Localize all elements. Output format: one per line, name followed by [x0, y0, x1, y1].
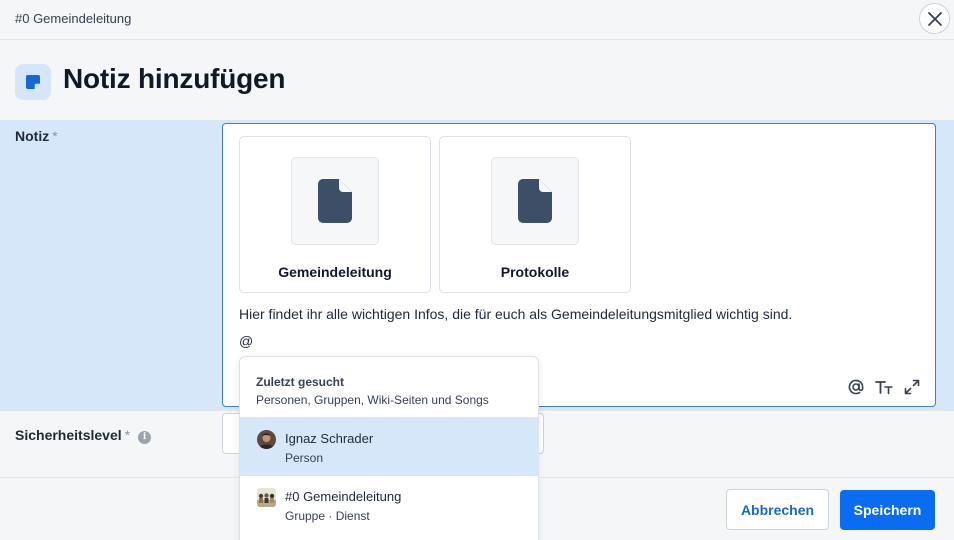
wiki-card-gemeindeleitung[interactable]: Gemeindeleitung [239, 136, 431, 293]
item-name: #0 Gemeindeleitung [285, 489, 402, 504]
info-icon[interactable]: i [138, 431, 152, 444]
item-type: Person [285, 451, 324, 465]
notiz-label: Notiz * [15, 128, 58, 144]
close-button[interactable] [919, 3, 950, 34]
note-text[interactable]: Hier findet ihr alle wichtigen Infos, di… [239, 306, 792, 322]
mention-dropdown: Zuletzt gesucht Personen, Gruppen, Wiki-… [239, 356, 539, 540]
sicherheitslevel-label-text: Sicherheitslevel [15, 427, 122, 443]
card-title: Protokolle [500, 264, 570, 280]
card-thumbnail [291, 157, 379, 245]
breadcrumb: #0 Gemeindeleitung [15, 11, 132, 26]
card-title: Gemeindeleitung [278, 264, 392, 280]
item-name: Ignaz Schrader [285, 431, 374, 446]
text-format-icon[interactable] [875, 378, 893, 396]
cancel-button[interactable]: Abbrechen [726, 489, 829, 530]
required-mark: * [124, 427, 131, 443]
expand-icon[interactable] [903, 378, 921, 396]
editor-toolbar [847, 378, 921, 396]
dropdown-subheading: Personen, Gruppen, Wiki-Seiten und Songs [256, 393, 489, 407]
mention-item-person[interactable]: Ignaz Schrader Person [240, 418, 538, 476]
page-title: Notiz hinzufügen [63, 63, 286, 94]
save-button[interactable]: Speichern [840, 490, 935, 530]
mention-item-group[interactable]: #0 Gemeindeleitung Gruppe · Dienst [240, 476, 538, 534]
close-icon [927, 11, 942, 26]
file-icon [318, 179, 352, 223]
wiki-card-protokolle[interactable]: Protokolle [439, 136, 631, 293]
mention-icon[interactable] [847, 378, 865, 396]
modal-header: #0 Gemeindeleitung [0, 0, 954, 40]
item-type: Gruppe · Dienst [285, 509, 370, 523]
file-icon [518, 179, 552, 223]
sicherheitslevel-label: Sicherheitslevel * i [15, 427, 152, 444]
note-icon [15, 64, 51, 100]
dropdown-heading: Zuletzt gesucht [256, 375, 345, 389]
required-mark: * [52, 128, 58, 144]
group-image [257, 488, 276, 507]
notiz-label-text: Notiz [15, 128, 50, 144]
card-thumbnail [491, 157, 579, 245]
avatar [257, 430, 276, 449]
dropdown-header: Zuletzt gesucht Personen, Gruppen, Wiki-… [256, 375, 489, 407]
mention-input[interactable]: @ [239, 333, 253, 349]
